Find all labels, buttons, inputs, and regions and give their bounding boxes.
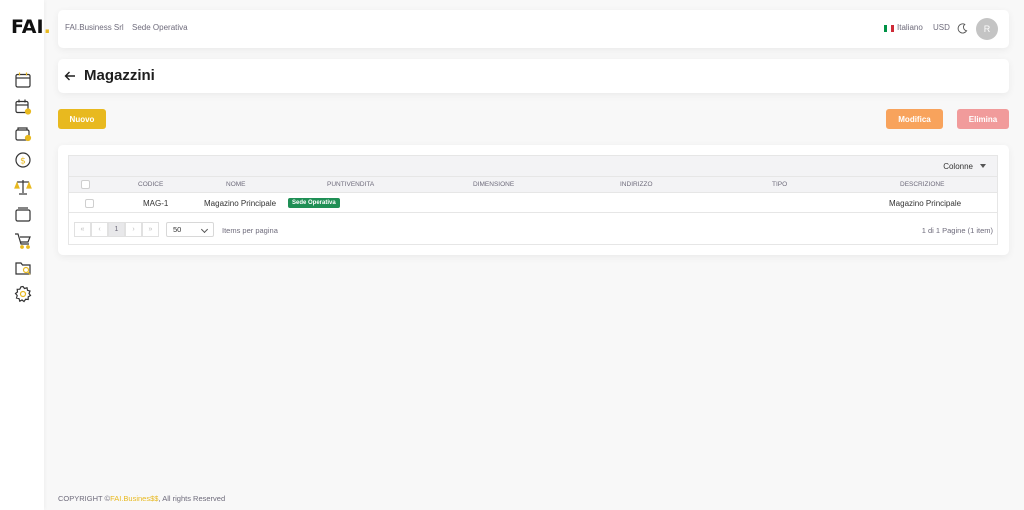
new-button[interactable]: Nuovo [58,109,106,129]
grid-toolbar: Colonne [69,156,997,177]
cell-codice: MAG-1 [143,199,169,208]
header-tipo[interactable]: Tipo [772,181,787,188]
page-title: Magazzini [84,67,155,84]
svg-text:$: $ [20,157,26,167]
pager-info: 1 di 1 Pagine (1 item) [921,226,993,235]
status-badge: Sede Operativa [288,198,340,208]
calendar-icon[interactable] [14,71,32,89]
page-size-value: 50 [173,225,182,234]
grid-card: Colonne Codice Nome Puntivendita Dimensi… [58,145,1009,255]
page-header: Magazzini [58,59,1009,93]
header-indirizzo[interactable]: Indirizzo [620,181,653,188]
cart-icon[interactable] [14,232,32,250]
header-codice[interactable]: Codice [138,181,163,188]
footer-prefix: COPYRIGHT © [58,494,111,503]
sede-name[interactable]: Sede Operativa [132,23,188,32]
cell-descrizione: Magazino Principale [889,199,962,208]
header-descrizione[interactable]: Descrizione [900,181,944,188]
cell-nome: Magazino Principale [204,199,277,208]
layers-icon[interactable] [14,205,32,223]
company-name[interactable]: FAI.Business Srl [65,23,124,32]
footer-suffix: , All rights Reserved [158,494,226,503]
delete-button[interactable]: Elimina [957,109,1009,129]
pager: « ‹ 1 › » 50 Items per pagina 1 di 1 Pag… [69,214,997,244]
select-all-checkbox[interactable] [81,180,90,189]
logo-dot: . [43,16,51,38]
gear-icon[interactable] [14,285,32,303]
items-per-page-label: Items per pagina [222,226,278,235]
italy-flag-icon[interactable] [884,25,894,32]
currency-selector[interactable]: USD [933,23,950,32]
page-size-select[interactable]: 50 [166,222,214,237]
folder-search-icon[interactable] [14,259,32,277]
footer: COPYRIGHT ©FAI.Busines$$, All rights Res… [58,494,225,503]
caret-down-icon[interactable] [980,164,986,168]
columns-menu-button[interactable]: Colonne [943,162,973,171]
dollar-coin-icon[interactable]: $ [14,151,32,169]
table-row[interactable]: MAG-1 Magazino Principale Sede Operativa… [69,194,997,213]
next-page-button[interactable]: › [125,222,142,237]
moon-icon[interactable] [957,23,968,34]
header-nome[interactable]: Nome [226,181,246,188]
page-number-button[interactable]: 1 [108,222,125,237]
header-puntivendita[interactable]: Puntivendita [327,181,374,188]
calendar-user-icon[interactable] [14,98,32,116]
data-grid: Colonne Codice Nome Puntivendita Dimensi… [68,155,998,245]
scale-icon[interactable] [14,178,32,196]
header-dimensione[interactable]: Dimensione [473,181,514,188]
table-header: Codice Nome Puntivendita Dimensione Indi… [69,177,997,193]
row-checkbox[interactable] [85,199,94,208]
sidebar: FAI. $ [0,0,51,510]
language-selector[interactable]: Italiano [897,23,923,32]
edit-button[interactable]: Modifica [886,109,943,129]
footer-brand-link[interactable]: FAI.Busines$$ [110,494,158,503]
last-page-button[interactable]: » [142,222,159,237]
avatar[interactable]: R [976,18,998,40]
prev-page-button[interactable]: ‹ [91,222,108,237]
logo[interactable]: FAI. [11,16,51,38]
chevron-down-icon [200,225,209,234]
back-arrow-icon[interactable] [64,70,76,82]
first-page-button[interactable]: « [74,222,91,237]
top-navbar: FAI.Business Srl Sede Operativa Italiano… [58,10,1009,48]
wallet-icon[interactable] [14,125,32,143]
logo-text: FAI [11,16,44,38]
